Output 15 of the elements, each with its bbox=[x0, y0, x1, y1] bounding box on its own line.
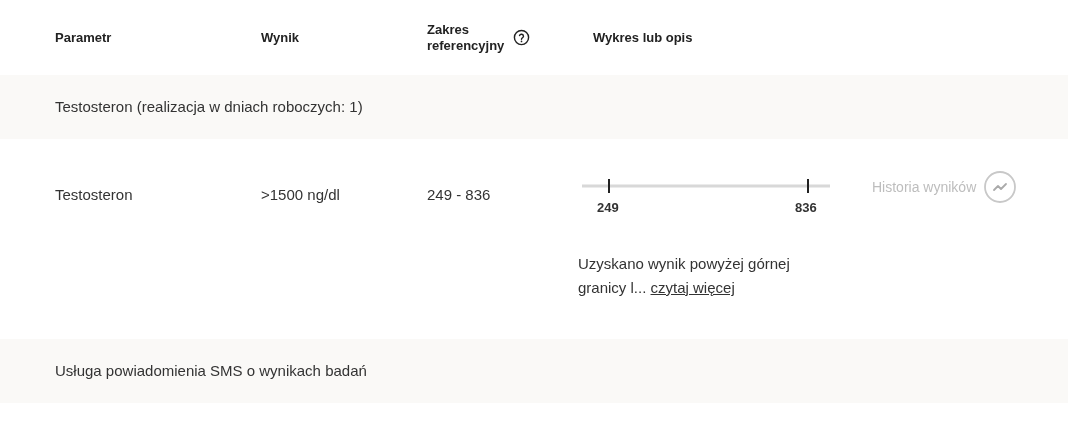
range-cell-text: 249 - 836 bbox=[427, 185, 492, 205]
column-header: Parametr bbox=[55, 28, 112, 47]
column-header: Wykres lub opis bbox=[593, 28, 693, 47]
help-icon[interactable] bbox=[513, 29, 530, 46]
group-title: Testosteron (realizacja w dniach roboczych: 1) bbox=[55, 96, 363, 117]
scale-high-label: 836 bbox=[795, 199, 817, 217]
trend-icon bbox=[984, 171, 1017, 203]
read-more-link[interactable]: czytaj więcej bbox=[650, 279, 735, 296]
result-description: Uzyskano wynik powyżej górnej granicy l... czytaj więcej bbox=[578, 254, 791, 298]
scale-low-label: 249 bbox=[597, 199, 619, 217]
column-header: Zakres referencyjny bbox=[427, 21, 506, 54]
column-header: Wynik bbox=[261, 28, 300, 47]
result-cell-text: >1500 ng/dl bbox=[261, 185, 341, 205]
group-title: Usługa powiadomienia SMS o wynikach badań bbox=[55, 360, 367, 381]
parameter-cell-text: Testosteron bbox=[55, 185, 134, 205]
